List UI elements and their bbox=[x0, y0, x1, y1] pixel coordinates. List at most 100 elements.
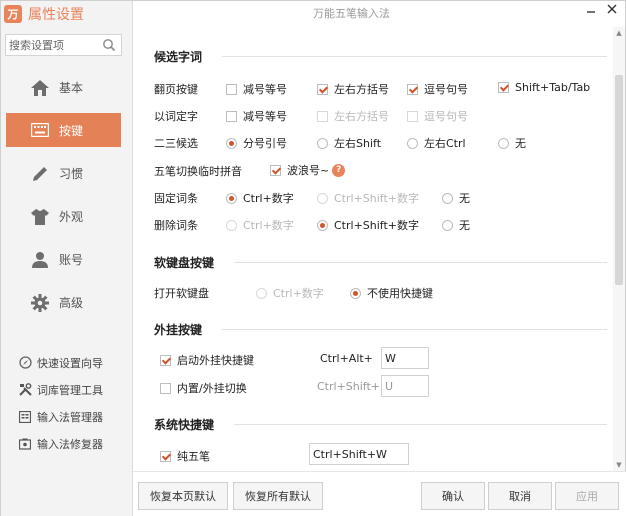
checkbox-tilde[interactable]: 波浪号~? bbox=[270, 162, 346, 178]
scroll-down-icon[interactable]: ▼ bbox=[613, 459, 625, 471]
checkbox-pure-wubi[interactable]: 纯五笔 bbox=[160, 448, 210, 464]
sidebar-item-label: 高级 bbox=[59, 296, 84, 310]
checkbox-enable-plugin-hotkey[interactable]: 启动外挂快捷键 bbox=[160, 352, 254, 368]
section-divider bbox=[234, 262, 607, 263]
radio-circle bbox=[442, 192, 453, 204]
checkbox-word-brackets[interactable]: 左右方括号 bbox=[317, 108, 389, 124]
checkbox-box bbox=[160, 450, 171, 462]
tool-ime-repair[interactable]: 输入法修复器 bbox=[1, 430, 133, 457]
sidebar: 万 属性设置 基本 按键 bbox=[1, 1, 133, 516]
checkbox-box bbox=[226, 110, 237, 122]
home-icon bbox=[30, 78, 50, 98]
section-title-candidate: 候选字词 bbox=[154, 50, 203, 64]
sidebar-item-label: 按键 bbox=[59, 123, 84, 138]
tool-label: 输入法修复器 bbox=[37, 437, 103, 451]
checkbox-box bbox=[407, 83, 418, 95]
close-button[interactable] bbox=[605, 2, 619, 18]
pencil-icon bbox=[30, 164, 50, 184]
user-icon bbox=[30, 250, 50, 270]
sidebar-item-label: 习惯 bbox=[59, 167, 84, 181]
row-label-second-third: 二三候选 bbox=[154, 137, 198, 150]
row-label-delete-word: 删除词条 bbox=[154, 219, 198, 232]
radio-fixed-ctrl-num[interactable]: Ctrl+数字 bbox=[226, 190, 294, 206]
wizard-icon bbox=[18, 356, 32, 370]
restore-all-defaults-button[interactable]: 恢复所有默认 bbox=[233, 482, 323, 510]
sidebar-item-advanced[interactable]: 高级 bbox=[1, 281, 133, 324]
sidebar-item-keys[interactable]: 按键 bbox=[6, 113, 121, 147]
radio-circle bbox=[317, 137, 328, 149]
sidebar-item-appearance[interactable]: 外观 bbox=[1, 195, 133, 238]
checkbox-page-comma-period[interactable]: 逗号句号 bbox=[407, 81, 468, 97]
radio-circle bbox=[317, 219, 328, 231]
tool-label: 输入法管理器 bbox=[37, 410, 103, 424]
app-title: 属性设置 bbox=[28, 7, 84, 23]
apply-button[interactable]: 应用 bbox=[555, 482, 619, 510]
tool-label: 快速设置向导 bbox=[37, 356, 103, 370]
gear-icon bbox=[30, 293, 50, 313]
row-label-word-select: 以词定字 bbox=[154, 110, 198, 123]
radio-delete-ctrl-num[interactable]: Ctrl+数字 bbox=[226, 217, 294, 233]
search-input[interactable] bbox=[9, 36, 101, 54]
radio-delete-none[interactable]: 无 bbox=[442, 217, 470, 233]
radio-circle bbox=[350, 287, 361, 299]
sidebar-item-basic[interactable]: 基本 bbox=[1, 66, 133, 109]
brand: 万 属性设置 bbox=[1, 1, 133, 27]
scroll-up-icon[interactable]: ▲ bbox=[613, 27, 625, 39]
sidebar-item-habit[interactable]: 习惯 bbox=[1, 152, 133, 195]
radio-circle bbox=[256, 287, 267, 299]
radio-circle bbox=[226, 192, 237, 204]
section-title-soft-keyboard: 软键盘按键 bbox=[154, 256, 215, 270]
tool-ime-manager[interactable]: 输入法管理器 bbox=[1, 403, 133, 430]
sidebar-tools: 快速设置向导 词库管理工具 输入法管理器 输入法修复器 bbox=[1, 349, 133, 457]
radio-fixed-ctrl-shift-num[interactable]: Ctrl+Shift+数字 bbox=[317, 190, 419, 206]
sidebar-item-account[interactable]: 账号 bbox=[1, 238, 133, 281]
manager-icon bbox=[18, 410, 32, 424]
radio-delete-ctrl-shift-num[interactable]: Ctrl+Shift+数字 bbox=[317, 217, 419, 233]
scrollbar[interactable]: ▲ ▼ bbox=[613, 27, 625, 471]
tools-icon bbox=[18, 383, 32, 397]
sidebar-item-label: 账号 bbox=[59, 253, 84, 267]
ok-button[interactable]: 确认 bbox=[421, 482, 485, 510]
radio-semicolon-quote[interactable]: 分号引号 bbox=[226, 135, 287, 151]
section-title-system: 系统快捷键 bbox=[154, 418, 215, 432]
checkbox-word-comma-period[interactable]: 逗号句号 bbox=[407, 108, 468, 124]
checkbox-box bbox=[226, 83, 237, 95]
restore-page-defaults-button[interactable]: 恢复本页默认 bbox=[138, 482, 228, 510]
section-divider bbox=[234, 424, 607, 425]
tool-quick-setup[interactable]: 快速设置向导 bbox=[1, 349, 133, 376]
checkbox-builtin-plugin-switch[interactable]: 内置/外挂切换 bbox=[160, 380, 247, 396]
radio-none[interactable]: 无 bbox=[498, 135, 526, 151]
close-icon bbox=[607, 4, 617, 14]
radio-soft-no-shortcut[interactable]: 不使用快捷键 bbox=[350, 285, 433, 301]
checkbox-page-brackets[interactable]: 左右方括号 bbox=[317, 81, 389, 97]
repair-icon bbox=[18, 437, 32, 451]
settings-content: 候选字词 翻页按键 减号等号 左右方括号 逗号句号 Shift+Tab/Tab … bbox=[134, 27, 612, 471]
minimize-button[interactable] bbox=[584, 3, 598, 19]
checkbox-box bbox=[498, 82, 509, 93]
radio-circle bbox=[226, 137, 237, 149]
settings-window: 万 属性设置 基本 按键 bbox=[0, 0, 626, 516]
radio-soft-ctrl-num[interactable]: Ctrl+数字 bbox=[256, 285, 324, 301]
tool-label: 词库管理工具 bbox=[37, 383, 103, 397]
checkbox-box bbox=[317, 110, 328, 122]
scroll-thumb[interactable] bbox=[615, 75, 623, 285]
checkbox-word-minus-equal[interactable]: 减号等号 bbox=[226, 108, 287, 124]
search-icon[interactable] bbox=[102, 38, 116, 52]
radio-circle bbox=[226, 219, 237, 231]
checkbox-box bbox=[160, 382, 171, 394]
radio-circle bbox=[317, 192, 328, 204]
help-icon[interactable]: ? bbox=[332, 163, 346, 177]
sidebar-nav: 基本 按键 习惯 外观 账号 高级 bbox=[1, 66, 133, 324]
cancel-button[interactable]: 取消 bbox=[488, 482, 552, 510]
hotkey-key-input[interactable]: W bbox=[381, 347, 429, 369]
row-label-pinyin-switch: 五笔切换临时拼音 bbox=[154, 165, 242, 178]
radio-fixed-none[interactable]: 无 bbox=[442, 190, 470, 206]
radio-left-right-ctrl[interactable]: 左右Ctrl bbox=[407, 135, 466, 151]
pure-wubi-hotkey-input[interactable]: Ctrl+Shift+W bbox=[309, 443, 409, 465]
radio-left-right-shift[interactable]: 左右Shift bbox=[317, 135, 381, 151]
hotkey-combo-label: Ctrl+Alt+ bbox=[320, 352, 373, 365]
switch-key-input[interactable]: U bbox=[381, 375, 429, 397]
checkbox-page-shift-tab[interactable]: Shift+Tab/Tab bbox=[498, 81, 590, 94]
checkbox-page-minus-equal[interactable]: 减号等号 bbox=[226, 81, 287, 97]
tool-dictionary-manager[interactable]: 词库管理工具 bbox=[1, 376, 133, 403]
